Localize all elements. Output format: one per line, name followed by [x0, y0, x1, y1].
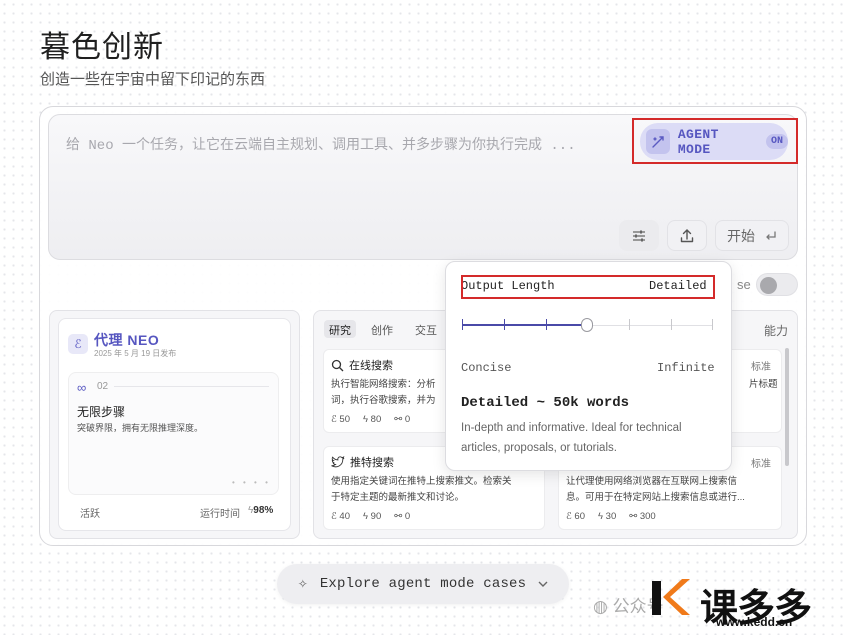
slider-tick [546, 319, 547, 330]
stat-agent: ℰ 40 [331, 511, 350, 522]
detail-title: Detailed ~ 50k words [461, 395, 630, 411]
slider-max-label: Infinite [657, 361, 715, 375]
search-icon [331, 359, 344, 371]
step-divider [114, 386, 269, 387]
output-length-highlight-box [461, 275, 715, 299]
agent-name: 代理 NEO [94, 332, 160, 348]
runtime-value: ϟ98% [248, 505, 273, 516]
start-button-label: 开始 [727, 227, 755, 244]
tool-stats: ℰ 40 ϟ 90 ⚯ 0 [331, 511, 410, 522]
start-button[interactable]: 开始 [715, 220, 789, 251]
toggle-knob[interactable] [760, 277, 777, 294]
tab-interact[interactable]: 交互 [410, 320, 442, 338]
stat-agent: ℰ 60 [566, 511, 585, 522]
agent-status: 活跃 [80, 509, 100, 520]
stat-link: ⚯ 0 [394, 414, 411, 425]
slider-tick [504, 319, 505, 330]
tool-desc-line2: 息。可用于在特定网站上搜索信息或进行... [566, 492, 745, 503]
stat-link-value: 0 [404, 414, 411, 425]
stat-agent: ℰ 50 [331, 414, 350, 425]
tab-capability[interactable]: 能力 [764, 322, 788, 339]
stat-speed-value: 90 [370, 511, 382, 522]
settings-button[interactable] [619, 220, 659, 251]
tool-desc-line2: 于特定主题的最新推文和讨论。 [331, 492, 465, 503]
tool-desc-line2: 词，执行谷歌搜索，并为 [331, 395, 436, 406]
stat-speed-value: 80 [370, 414, 382, 425]
runtime-label: 运行时间 [200, 509, 240, 520]
pagination-dots: • • • • [232, 478, 271, 487]
explore-cases-label: Explore agent mode cases [319, 576, 527, 592]
step-number: 02 [97, 381, 109, 392]
stat-speed: ϟ 30 [597, 511, 617, 522]
slider-min-label: Concise [461, 361, 512, 375]
detail-description: In-depth and informative. Ideal for tech… [461, 422, 682, 454]
explore-cases-button[interactable]: ✧ Explore agent mode cases [277, 564, 569, 604]
task-input-placeholder[interactable]: 给 Neo 一个任务，让它在云端自主规划、调用工具、并多步骤为你执行完成 ... [66, 134, 576, 154]
infinity-icon: ∞ [77, 380, 87, 395]
stat-link-value: 0 [404, 511, 411, 522]
tool-stats: ℰ 60 ϟ 30 ⚯ 300 [566, 511, 656, 522]
tool-tag: 标准 [751, 459, 771, 470]
watermark-logo-icon [648, 575, 692, 619]
tab-create[interactable]: 创作 [366, 320, 398, 338]
tab-research[interactable]: 研究 [324, 320, 356, 338]
tool-desc-line1: 使用指定关键词在推特上搜索推文。检索关 [331, 476, 512, 487]
agent-logo-icon: ℰ [68, 334, 88, 354]
tool-desc-line1: 让代理使用网络浏览器在互联网上搜索信 [566, 476, 738, 487]
output-length-slider-thumb[interactable] [581, 318, 593, 332]
sparkle-icon: ✧ [297, 577, 308, 591]
agent-mode-highlight-box [632, 118, 798, 164]
slider-tick [712, 319, 713, 330]
tool-stats: ℰ 50 ϟ 80 ⚯ 0 [331, 414, 410, 425]
toggle-label: se [737, 277, 751, 292]
runtime-value-text: 98% [253, 505, 274, 516]
stat-speed: ϟ 90 [362, 511, 382, 522]
chevron-down-icon [538, 581, 548, 587]
stat-link: ⚯ 300 [629, 511, 656, 522]
stat-speed: ϟ 80 [362, 414, 382, 425]
slider-tick [629, 319, 630, 330]
page-title: 暮色创新 [40, 31, 164, 64]
tool-desc-line1: 执行智能网络搜索：分析 [331, 379, 436, 390]
tool-title-online-search: 在线搜索 [331, 357, 393, 373]
agent-date: 2025 年 5 月 19 日发布 [94, 349, 177, 358]
tool-title-text: 在线搜索 [349, 360, 393, 372]
enter-icon [766, 230, 776, 240]
output-length-slider-fill [462, 324, 587, 326]
stat-agent-value: 60 [574, 511, 585, 522]
upload-icon [680, 228, 694, 242]
slider-tick [462, 319, 463, 330]
wechat-icon: ◍ [593, 597, 608, 616]
slider-tick [671, 319, 672, 330]
page-subtitle: 创造一些在宇宙中留下印记的东西 [40, 71, 266, 88]
twitter-icon [331, 456, 345, 468]
stat-link: ⚯ 0 [394, 511, 411, 522]
tool-title-text: 推特搜索 [350, 457, 394, 469]
sliders-icon [633, 230, 645, 241]
stat-agent-value: 40 [339, 511, 350, 522]
stat-link-value: 300 [639, 511, 656, 522]
stat-agent-value: 50 [339, 414, 350, 425]
step-description: 突破界限，拥有无限推理深度。 [77, 423, 204, 433]
tool-desc-fragment: 片标题 [749, 379, 778, 390]
tools-scrollbar[interactable] [785, 348, 789, 466]
upload-button[interactable] [667, 220, 707, 251]
watermark-url: www.kedd.cn [716, 615, 793, 629]
step-title: 无限步骤 [77, 405, 126, 419]
tool-title-twitter-search: 推特搜索 [331, 454, 394, 470]
tool-tag: 标准 [751, 362, 771, 373]
stat-speed-value: 30 [605, 511, 617, 522]
